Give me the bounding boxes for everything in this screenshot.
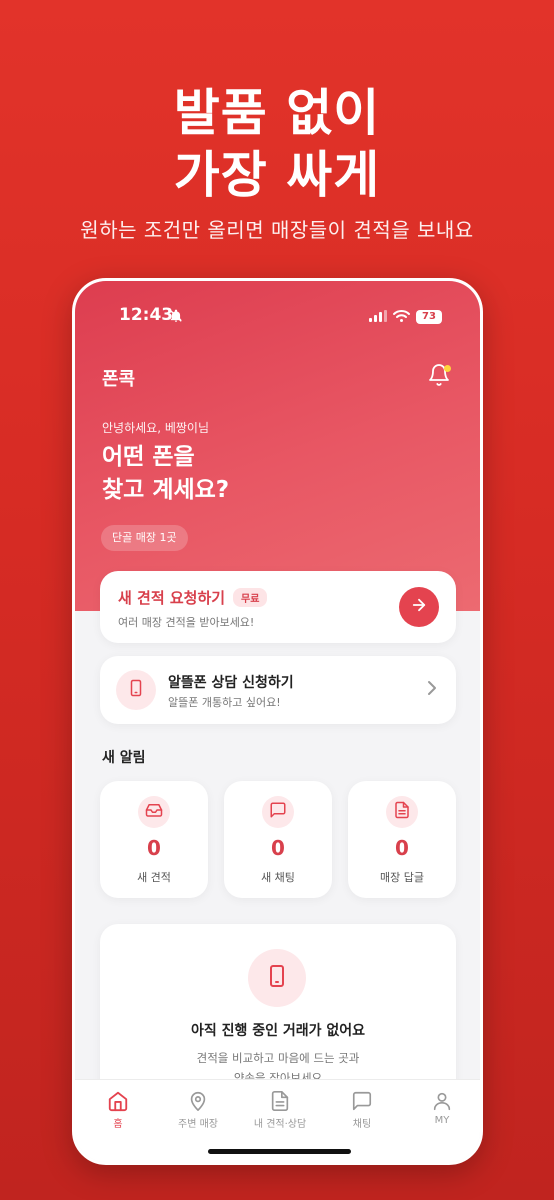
home-indicator bbox=[208, 1149, 351, 1154]
estimate-description: 여러 매장 견적을 받아보세요! bbox=[118, 616, 255, 629]
notification-button[interactable] bbox=[427, 363, 453, 389]
person-icon bbox=[401, 1090, 480, 1112]
tab-my[interactable]: MY bbox=[401, 1090, 480, 1126]
new-estimate-card[interactable]: 새 견적 요청하기 무료 여러 매장 견적을 받아보세요! bbox=[100, 571, 456, 643]
headline-line2: 찾고 계세요? bbox=[102, 477, 230, 503]
estimate-title: 새 견적 요청하기 bbox=[118, 589, 226, 607]
budget-title: 알뜰폰 상담 신청하기 bbox=[168, 675, 294, 691]
notif-card-new-estimate[interactable]: 0 새 견적 bbox=[100, 781, 208, 898]
tab-my-estimates[interactable]: 내 견적·상담 bbox=[239, 1090, 321, 1130]
inbox-icon bbox=[145, 801, 163, 823]
document-icon bbox=[393, 801, 411, 823]
tab-label: 내 견적·상담 bbox=[253, 1119, 307, 1130]
tab-label: 주변 매장 bbox=[178, 1119, 218, 1130]
notif-count: 0 bbox=[395, 836, 409, 860]
cellular-signal-icon bbox=[369, 307, 387, 326]
notif-card-new-chat[interactable]: 0 새 채팅 bbox=[224, 781, 332, 898]
notification-dot bbox=[444, 365, 451, 372]
notifications-section-title: 새 알림 bbox=[102, 750, 146, 766]
smartphone-icon bbox=[127, 679, 145, 701]
budget-phone-card[interactable]: 알뜰폰 상담 신청하기 알뜰폰 개통하고 싶어요! bbox=[100, 656, 456, 724]
tab-label: MY bbox=[434, 1115, 450, 1126]
chat-bubble-icon bbox=[269, 801, 287, 823]
status-time: 12:43 bbox=[119, 305, 174, 325]
notif-count: 0 bbox=[271, 836, 285, 860]
arrow-right-icon bbox=[410, 596, 428, 618]
estimate-arrow-button[interactable] bbox=[399, 587, 439, 627]
battery-icon: 73 bbox=[416, 309, 442, 324]
hero-title-line2: 가장 싸게 bbox=[173, 146, 381, 204]
smartphone-icon bbox=[265, 964, 289, 992]
bell-slash-icon bbox=[169, 308, 183, 327]
tab-home[interactable]: 홈 bbox=[77, 1090, 159, 1130]
hero-subtitle: 원하는 조건만 올리면 매장들이 견적을 보내요 bbox=[80, 218, 474, 242]
tab-label: 채팅 bbox=[352, 1119, 372, 1130]
tab-chat[interactable]: 채팅 bbox=[321, 1090, 403, 1130]
headline: 어떤 폰을 찾고 계세요? bbox=[102, 441, 229, 507]
notif-count: 0 bbox=[147, 836, 161, 860]
notif-label: 매장 답글 bbox=[380, 871, 424, 884]
empty-desc-line1: 견적을 비교하고 마음에 드는 곳과 bbox=[196, 1051, 360, 1065]
home-icon bbox=[77, 1090, 159, 1112]
hero-title: 발품 없이 가장 싸게 bbox=[0, 82, 554, 206]
tab-label: 홈 bbox=[113, 1119, 123, 1130]
location-pin-icon bbox=[157, 1090, 239, 1112]
app-title: 폰콕 bbox=[102, 369, 136, 390]
status-bar: 12:43 73 bbox=[75, 305, 480, 329]
headline-line1: 어떤 폰을 bbox=[102, 444, 195, 470]
notif-label: 새 견적 bbox=[137, 871, 171, 884]
chat-bubble-icon bbox=[321, 1090, 403, 1112]
notif-label: 새 채팅 bbox=[261, 871, 295, 884]
document-icon bbox=[239, 1090, 321, 1112]
budget-description: 알뜰폰 개통하고 싶어요! bbox=[168, 696, 281, 709]
hero-title-line1: 발품 없이 bbox=[173, 84, 381, 142]
wifi-icon bbox=[393, 307, 410, 326]
greeting: 안녕하세요, 베짱이님 bbox=[102, 421, 209, 435]
tab-nearby-stores[interactable]: 주변 매장 bbox=[157, 1090, 239, 1130]
empty-title: 아직 진행 중인 거래가 없어요 bbox=[190, 1023, 366, 1039]
bell-icon bbox=[427, 364, 451, 391]
phone-frame: 12:43 73 폰콕 안녕하세요, 베짱이님 어떤 폰을 찾고 계세요? 단골… bbox=[72, 278, 483, 1165]
favorite-store-chip[interactable]: 단골 매장 1곳 bbox=[101, 525, 188, 551]
notif-card-store-reply[interactable]: 0 매장 답글 bbox=[348, 781, 456, 898]
chevron-right-icon bbox=[426, 680, 438, 700]
free-badge: 무료 bbox=[233, 588, 268, 607]
